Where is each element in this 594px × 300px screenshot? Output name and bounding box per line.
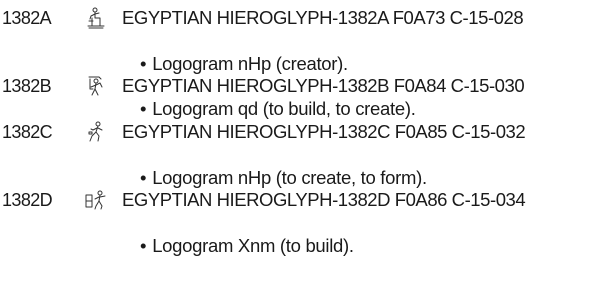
description-item: • Logogram nHp (to create, to form). [140, 167, 427, 189]
description-item: • Logogram Xnm (to build). [140, 235, 354, 257]
code-point: 1382D [2, 190, 53, 210]
bullet: • [140, 98, 147, 119]
list-item: 1382A EGYPTIAN HIEROGLYPH-1382A F0A73 C-… [0, 7, 594, 75]
description-text: Logogram nHp (creator). [152, 53, 348, 74]
hieroglyph-potter-wheel-icon [84, 189, 108, 211]
description-item: • Logogram qd (to build, to create). [140, 98, 416, 120]
description-text: Logogram nHp (to create, to form). [152, 167, 427, 188]
glyph-name: EGYPTIAN HIEROGLYPH-1382D F0A86 C-15-034 [122, 189, 526, 210]
description-text: Logogram Xnm (to build). [152, 235, 354, 256]
glyph-name: EGYPTIAN HIEROGLYPH-1382A F0A73 C-15-028 [122, 7, 524, 28]
list-item: 1382D EGYPTIAN HIEROGLYPH-1382D F0A86 C-… [0, 189, 594, 259]
glyph-name: EGYPTIAN HIEROGLYPH-1382C F0A85 C-15-032 [122, 121, 526, 142]
bullet: • [140, 235, 147, 256]
hieroglyph-seated-creator-icon [86, 7, 106, 29]
list-item: 1382B EGYPTIAN HIEROGLYPH-1382B F0A84 C-… [0, 75, 594, 123]
bullet: • [140, 167, 147, 188]
glyph-name: EGYPTIAN HIEROGLYPH-1382B F0A84 C-15-030 [122, 75, 525, 96]
hieroglyph-potter-icon [86, 121, 106, 143]
list-item: 1382C EGYPTIAN HIEROGLYPH-1382C F0A85 C-… [0, 121, 594, 189]
description-text: Logogram qd (to build, to create). [152, 98, 416, 119]
code-point: 1382C [2, 122, 53, 142]
bullet: • [140, 53, 147, 74]
hieroglyph-builder-icon [86, 75, 106, 97]
code-point: 1382B [2, 76, 52, 96]
code-point: 1382A [2, 8, 52, 28]
description-item: • Logogram nHp (creator). [140, 53, 348, 75]
